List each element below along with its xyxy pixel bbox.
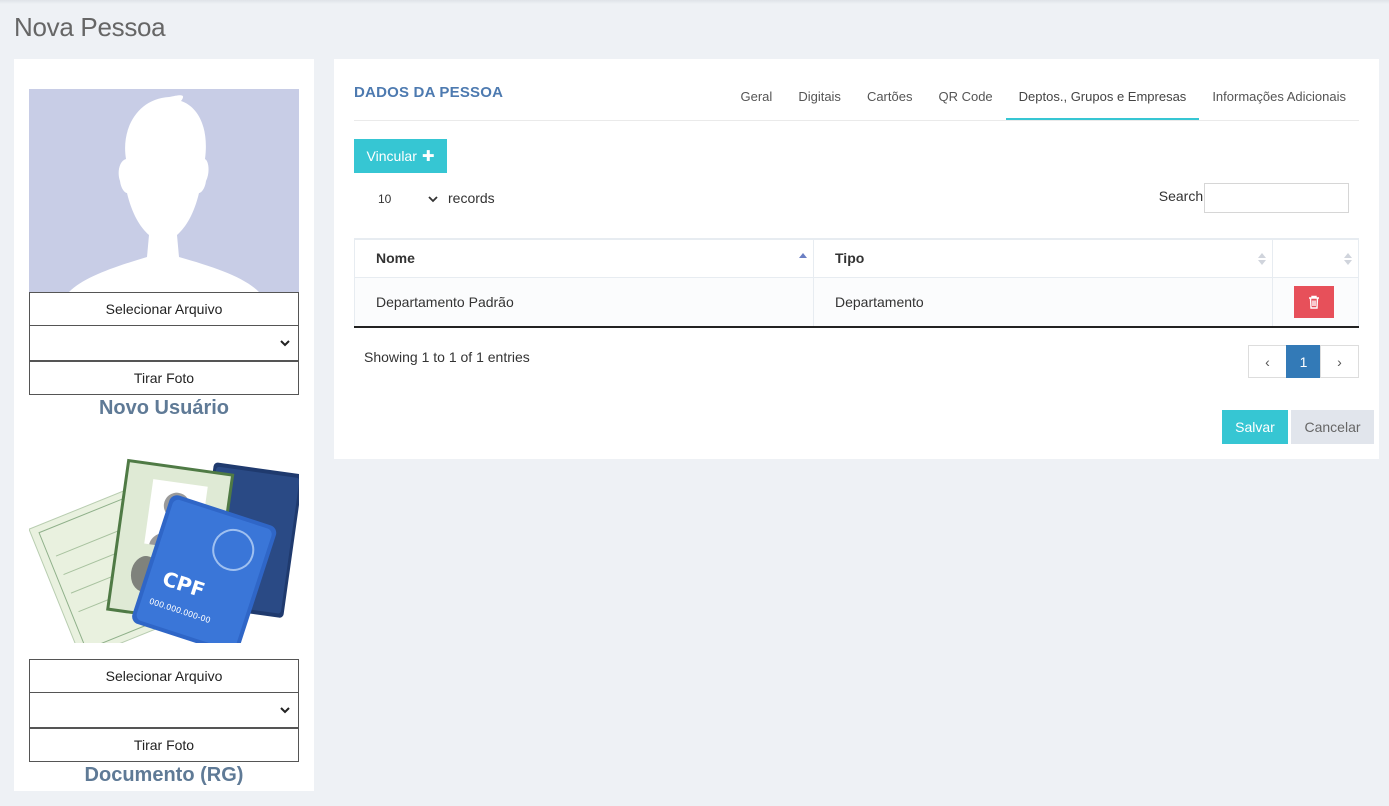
cell-tipo: Departamento — [813, 277, 1273, 328]
tab-qr-code[interactable]: QR Code — [925, 75, 1005, 121]
trash-icon — [1309, 295, 1319, 309]
chevron-down-icon — [280, 340, 290, 347]
cell-actions — [1272, 277, 1359, 328]
tab-geral[interactable]: Geral — [728, 75, 786, 121]
data-table: Nome Tipo Departamento Padrão Departamen… — [354, 238, 1359, 328]
column-header-actions[interactable] — [1272, 238, 1359, 278]
tab-informacoes-adicionais[interactable]: Informações Adicionais — [1199, 75, 1359, 121]
search-label: Search: — [1158, 188, 1207, 204]
document-camera-select[interactable] — [29, 692, 299, 728]
page-title: Nova Pessoa — [14, 12, 166, 42]
table-row: Departamento Padrão Departamento — [354, 277, 1359, 328]
photo-take-photo-button[interactable]: Tirar Foto — [29, 361, 299, 395]
vincular-button-label: Vincular — [366, 148, 417, 164]
chevron-down-icon — [428, 196, 438, 203]
records-label: records — [448, 190, 495, 206]
records-per-page-value: 10 — [378, 192, 392, 206]
tab-digitais[interactable]: Digitais — [785, 75, 854, 121]
delete-button[interactable] — [1294, 285, 1334, 318]
pagination-page-1[interactable]: 1 — [1286, 345, 1321, 378]
column-header-tipo-label: Tipo — [835, 250, 865, 267]
pagination-next-button[interactable]: › — [1320, 345, 1359, 378]
pagination: ‹ 1 › — [1248, 345, 1359, 378]
search-input[interactable] — [1204, 183, 1349, 213]
right-panel: DADOS DA PESSOA Geral Digitais Cartões Q… — [334, 59, 1379, 459]
save-button[interactable]: Salvar — [1222, 410, 1288, 444]
sort-ascending-icon — [799, 253, 807, 258]
showing-entries-text: Showing 1 to 1 of 1 entries — [364, 349, 530, 365]
cell-nome: Departamento Padrão — [354, 277, 814, 328]
sort-both-icon — [1344, 253, 1352, 265]
vincular-button[interactable]: Vincular ✚ — [354, 139, 447, 173]
document-select-file-button[interactable]: Selecionar Arquivo — [29, 659, 299, 693]
tab-cartoes[interactable]: Cartões — [854, 75, 926, 121]
tab-bar: Geral Digitais Cartões QR Code Deptos., … — [728, 75, 1359, 121]
document-take-photo-button[interactable]: Tirar Foto — [29, 728, 299, 762]
user-silhouette-icon — [69, 95, 259, 292]
column-header-nome-label: Nome — [376, 250, 415, 267]
table-header-row: Nome Tipo — [354, 238, 1359, 278]
chevron-down-icon — [280, 707, 290, 714]
cancel-button[interactable]: Cancelar — [1291, 410, 1374, 444]
left-panel: Selecionar Arquivo Tirar Foto Novo Usuár… — [14, 59, 314, 791]
records-per-page-select[interactable]: 10 — [378, 189, 439, 209]
photo-camera-select[interactable] — [29, 325, 299, 361]
document-cards-illustration: CPF 000.000.000-00 — [29, 458, 299, 643]
column-header-nome[interactable]: Nome — [354, 238, 814, 278]
document-caption: Documento (RG) — [84, 764, 244, 786]
column-header-tipo[interactable]: Tipo — [813, 238, 1273, 278]
topbar-shadow — [0, 0, 1389, 4]
section-title: DADOS DA PESSOA — [354, 84, 504, 101]
pagination-prev-button[interactable]: ‹ — [1248, 345, 1287, 378]
tab-divider — [354, 120, 1359, 121]
sort-both-icon — [1258, 253, 1266, 265]
photo-caption: Novo Usuário — [98, 397, 230, 419]
photo-select-file-button[interactable]: Selecionar Arquivo — [29, 292, 299, 326]
avatar-placeholder — [29, 89, 299, 292]
plus-icon: ✚ — [421, 147, 435, 165]
tab-deptos-grupos-empresas[interactable]: Deptos., Grupos e Empresas — [1005, 75, 1200, 121]
